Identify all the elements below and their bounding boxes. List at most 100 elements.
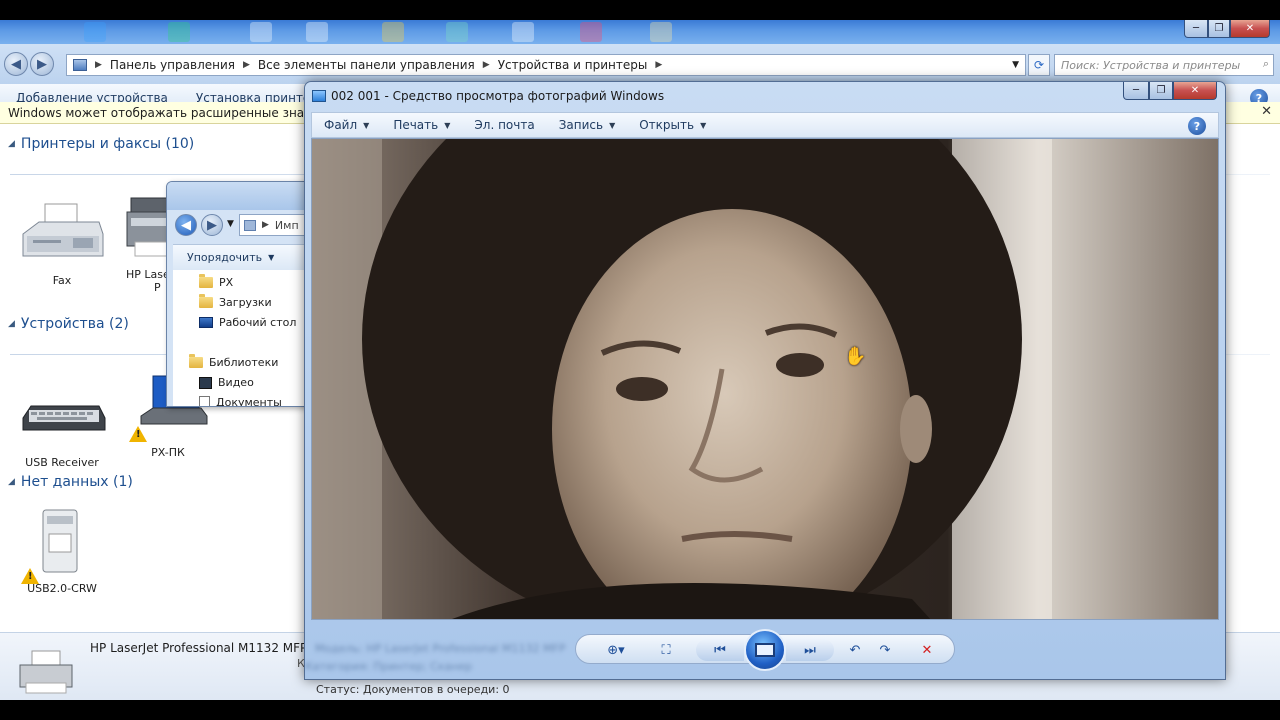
device-usb-crw[interactable]: USB2.0-CRW	[12, 508, 112, 595]
video-icon	[199, 376, 212, 389]
tree-item-documents[interactable]: Документы	[199, 396, 282, 406]
zoom-button[interactable]: ⊕▾	[598, 639, 634, 661]
search-input[interactable]: Поиск: Устройства и принтеры ⌕	[1054, 54, 1274, 76]
details-device-name: HP LaserJet Professional M1132 MFP	[90, 641, 308, 655]
slideshow-button[interactable]	[744, 629, 786, 671]
breadcrumb-all-items[interactable]: Все элементы панели управления	[258, 58, 475, 72]
actual-size-icon: ⛶	[661, 642, 671, 658]
viewer-close-button[interactable]: ✕	[1173, 82, 1217, 100]
back-arrow-icon: ◀	[181, 217, 191, 233]
menu-print[interactable]: Печать ▼	[381, 118, 462, 132]
control-panel-icon	[73, 59, 87, 71]
tree-item-label: Библиотеки	[209, 356, 279, 369]
previous-button[interactable]: ⏮	[696, 639, 744, 661]
address-dropdown-icon[interactable]: ▼	[1012, 60, 1019, 70]
back-button[interactable]: ◀	[4, 52, 28, 76]
tree-item-video[interactable]: Видео	[199, 376, 254, 389]
warning-icon	[129, 426, 147, 442]
group-nodata-header[interactable]: ◢ Нет данных (1)	[8, 474, 133, 490]
tree-item-libraries[interactable]: Библиотеки	[189, 354, 279, 369]
desktop-icon	[199, 317, 213, 328]
viewer-control-bar: ⊕▾ ⛶ ⏮ ⏭ ↶ ↷ ✕	[575, 629, 955, 671]
top-letterbox	[0, 0, 1280, 20]
address-bar[interactable]: ▶ Панель управления ▶ Все элементы панел…	[66, 54, 1026, 76]
rotate-left-button[interactable]: ↶	[844, 639, 866, 661]
close-icon[interactable]: ✕	[1261, 104, 1272, 119]
device-fax[interactable]: Fax	[12, 200, 112, 287]
rotate-right-button[interactable]: ↷	[874, 639, 896, 661]
recent-dropdown-icon[interactable]: ▼	[227, 219, 234, 229]
group-printers-header[interactable]: ◢ Принтеры и факсы (10)	[8, 136, 194, 152]
delete-button[interactable]: ✕	[916, 639, 938, 661]
menu-open[interactable]: Открыть ▼	[627, 118, 718, 132]
blurred-info-line-1: Модель: HP LaserJet Professional M1132 M…	[315, 642, 566, 655]
breadcrumb-separator-icon: ▶	[243, 60, 250, 70]
bottom-letterbox	[0, 700, 1280, 720]
details-status: Статус: Документов в очереди: 0	[316, 683, 510, 696]
explorer-forward-button[interactable]: ▶	[201, 214, 223, 236]
organize-dropdown-icon[interactable]: ▼	[268, 253, 274, 262]
search-icon: ⌕	[1262, 57, 1269, 70]
refresh-button[interactable]: ⟳	[1028, 54, 1050, 76]
viewer-help-icon[interactable]: ?	[1188, 117, 1206, 135]
next-button[interactable]: ⏭	[786, 639, 834, 661]
slideshow-icon	[755, 643, 775, 657]
actual-size-button[interactable]: ⛶	[654, 639, 678, 661]
tree-item-px[interactable]: PX	[199, 274, 234, 289]
sepia-portrait-photo	[312, 139, 1218, 619]
breadcrumb-separator-icon: ▶	[655, 60, 663, 70]
blurred-info-line-2: Категория: Принтер; Сканер	[305, 660, 473, 673]
explorer-window: ◀ ▶ ▼ ▶ Имп Упорядочить ▼ PX Загрузки Ра…	[166, 181, 316, 407]
tree-item-desktop[interactable]: Рабочий стол	[199, 316, 296, 329]
tree-item-label: Рабочий стол	[219, 316, 297, 329]
photo-viewer-menubar: Файл ▼ Печать ▼ Эл. почта Запись ▼ Открыть ▼…	[311, 112, 1219, 138]
card-reader-icon	[17, 508, 107, 584]
group-devices-header[interactable]: ◢ Устройства (2)	[8, 316, 129, 332]
tree-item-downloads[interactable]: Загрузки	[199, 294, 272, 309]
refresh-icon: ⟳	[1033, 58, 1045, 72]
delete-icon: ✕	[921, 642, 933, 658]
breadcrumb-separator-icon: ▶	[482, 60, 490, 70]
minimize-button[interactable]: ─	[1184, 20, 1208, 38]
breadcrumb-devices-printers[interactable]: Устройства и принтеры	[498, 58, 648, 72]
forward-arrow-icon: ▶	[37, 56, 47, 72]
menu-print-label: Печать	[393, 118, 439, 132]
screen: ─ ❐ ✕ ◀ ▶ ▶ Панель управления ▶ Все элем…	[0, 0, 1280, 720]
menu-file[interactable]: Файл ▼	[312, 118, 381, 132]
menu-file-label: Файл	[324, 118, 358, 132]
organize-button[interactable]: Упорядочить	[187, 251, 262, 264]
viewer-maximize-button[interactable]: ❐	[1149, 82, 1173, 100]
collapse-triangle-icon: ◢	[8, 477, 15, 487]
folder-icon	[199, 294, 213, 308]
explorer-titlebar[interactable]	[167, 182, 315, 210]
keyboard-icon	[17, 382, 107, 452]
folder-location-icon	[244, 219, 256, 231]
menu-burn[interactable]: Запись ▼	[547, 118, 628, 132]
tree-item-label: PX	[219, 276, 234, 289]
collapse-triangle-icon: ◢	[8, 139, 15, 149]
viewer-minimize-button[interactable]: ─	[1123, 82, 1149, 100]
tree-item-label: Видео	[218, 376, 254, 389]
explorer-nav-tree: PX Загрузки Рабочий стол Библиотеки Виде…	[173, 270, 315, 406]
menu-email[interactable]: Эл. почта	[462, 118, 546, 132]
taskbar-ghost-icon	[168, 22, 190, 42]
photo-viewer-window: 002 001 - Средство просмотра фотографий …	[304, 81, 1226, 680]
explorer-back-button[interactable]: ◀	[175, 214, 197, 236]
rotate-left-icon: ↶	[849, 642, 861, 658]
device-usb-receiver[interactable]: USB Receiver	[12, 382, 112, 469]
maximize-button[interactable]: ❐	[1208, 20, 1230, 38]
collapse-triangle-icon: ◢	[8, 319, 15, 329]
breadcrumb-separator-icon: ▶	[95, 60, 102, 70]
breadcrumb-control-panel[interactable]: Панель управления	[110, 58, 235, 72]
forward-button[interactable]: ▶	[30, 52, 54, 76]
zoom-icon: ⊕▾	[607, 642, 625, 658]
hand-cursor-icon: ✋	[844, 346, 867, 367]
taskbar-ghost-icon	[650, 22, 672, 42]
control-panel-titlebar[interactable]: ─ ❐ ✕	[0, 20, 1280, 44]
close-button[interactable]: ✕	[1230, 20, 1270, 38]
menu-burn-label: Запись	[558, 118, 604, 132]
next-icon: ⏭	[804, 642, 816, 658]
photo-display[interactable]	[311, 138, 1219, 620]
group-printers-title: Принтеры и факсы (10)	[20, 136, 195, 152]
device-usb-receiver-label: USB Receiver	[25, 456, 99, 469]
